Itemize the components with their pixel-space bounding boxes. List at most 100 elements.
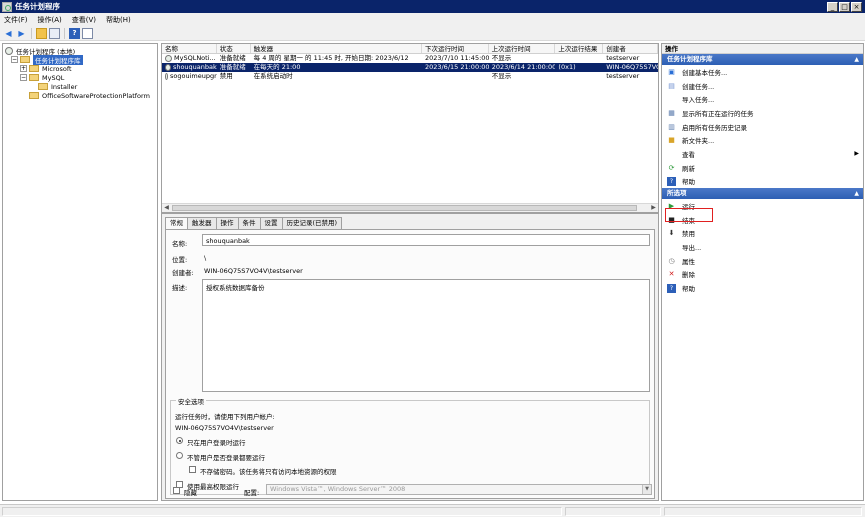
actions-header: 操作 (662, 44, 863, 54)
expand-icon[interactable]: + (20, 65, 27, 72)
task-next-run: 2023/6/15 21:00:00 (424, 63, 489, 71)
folder-icon (29, 74, 39, 81)
radio-run-any[interactable] (176, 452, 183, 459)
action-create-basic-task[interactable]: ▣ 创建基本任务... (662, 65, 863, 79)
collapse-caret-icon[interactable]: ▲ (854, 54, 859, 65)
help-icon[interactable]: ? (69, 27, 80, 39)
tab-actions[interactable]: 操作 (215, 217, 239, 229)
location-value: \ (204, 254, 207, 262)
actions-section-selected[interactable]: 所选项 ▲ (662, 188, 863, 200)
collapse-icon[interactable]: − (11, 56, 18, 63)
tab-conditions[interactable]: 条件 (237, 217, 261, 229)
tab-settings[interactable]: 设置 (259, 217, 283, 229)
maximize-button[interactable]: □ (839, 1, 850, 12)
action-view[interactable]: 查看 ▶ (662, 147, 863, 161)
import-task-icon (667, 95, 676, 104)
config-select[interactable]: Windows Vista™, Windows Server™ 2008 ▼ (266, 484, 652, 495)
chevron-down-icon[interactable]: ▼ (642, 485, 651, 494)
close-button[interactable]: × (851, 1, 862, 12)
column-header-next-run[interactable]: 下次运行时间 (422, 44, 489, 53)
up-folder-icon[interactable] (36, 27, 47, 39)
action-show-running[interactable]: ▦ 显示所有正在运行的任务 (662, 106, 863, 120)
title-bar: 任务计划程序 _ □ × (0, 0, 865, 13)
action-enable-history[interactable]: ▥ 启用所有任务历史记录 (662, 120, 863, 134)
actions-section-library[interactable]: 任务计划程序库 ▲ (662, 54, 863, 65)
horizontal-scrollbar[interactable]: ◀ ▶ (162, 203, 658, 212)
config-value: Windows Vista™, Windows Server™ 2008 (270, 485, 406, 493)
collapse-icon[interactable]: − (20, 74, 27, 81)
tab-triggers[interactable]: 触发器 (187, 217, 217, 229)
action-help[interactable]: ? 帮助 (662, 175, 863, 189)
checkbox-no-store-password[interactable] (189, 466, 196, 473)
column-header-name[interactable]: 名称 (162, 44, 217, 53)
column-header-last-result[interactable]: 上次运行结果 (555, 44, 604, 53)
show-hide-action-pane-icon[interactable] (82, 27, 93, 39)
task-name-cell: sogouimeupgr (162, 72, 217, 81)
scroll-right-icon[interactable]: ▶ (649, 204, 658, 212)
action-import-task[interactable]: 导入任务... (662, 92, 863, 106)
action-refresh[interactable]: ⟳ 刷新 (662, 161, 863, 175)
menu-file[interactable]: 文件(F) (4, 15, 28, 25)
status-segment (2, 507, 562, 516)
action-properties[interactable]: ◷ 属性 (662, 254, 863, 268)
submenu-arrow-icon: ▶ (854, 150, 859, 158)
action-label: 删除 (682, 271, 695, 280)
scrollbar-thumb[interactable] (172, 205, 637, 211)
action-label: 属性 (682, 257, 695, 266)
forward-arrow-icon[interactable]: ▶ (16, 28, 27, 39)
menu-action[interactable]: 操作(A) (38, 15, 62, 25)
action-new-folder[interactable]: ■ 新文件夹... (662, 133, 863, 147)
column-header-author[interactable]: 创建者 (603, 44, 658, 53)
tree-node-label: OfficeSoftwareProtectionPlatform (42, 91, 150, 100)
export-icon (667, 243, 676, 252)
back-arrow-icon[interactable]: ◀ (3, 28, 14, 39)
create-basic-task-icon: ▣ (668, 67, 675, 76)
menu-view[interactable]: 查看(V) (72, 15, 96, 25)
description-field[interactable]: 授权系统数据库备份 (202, 279, 650, 392)
tab-history[interactable]: 历史记录(已禁用) (281, 217, 343, 229)
column-header-trigger[interactable]: 触发器 (251, 44, 422, 53)
task-icon (165, 64, 171, 71)
action-label: 新文件夹... (682, 137, 715, 146)
action-help-selected[interactable]: ? 帮助 (662, 281, 863, 295)
show-hide-console-tree-icon[interactable] (49, 27, 60, 39)
action-delete[interactable]: ✕ 删除 (662, 268, 863, 282)
scroll-left-icon[interactable]: ◀ (162, 204, 171, 212)
minimize-button[interactable]: _ (827, 1, 838, 12)
navigation-tree: 任务计划程序 (本地) − 任务计划程序库 + Microsoft − MySQ… (2, 43, 158, 501)
tree-node-library[interactable]: − 任务计划程序库 (5, 54, 155, 65)
help-icon: ? (667, 283, 676, 293)
menu-help[interactable]: 帮助(H) (106, 15, 131, 25)
task-status: 禁用 (219, 72, 233, 80)
tree-node-installer[interactable]: Installer (5, 82, 155, 91)
table-row[interactable]: sogouimeupgr 禁用 在系统启动时 不显示 testserver (162, 72, 658, 81)
task-next-run: 2023/7/10 11:45:00 (424, 54, 489, 62)
task-status: 准备就绪 (219, 54, 246, 62)
radio-run-logged-on[interactable] (176, 437, 183, 444)
table-row-selected[interactable]: shouquanbak 准备就绪 在每天的 21:00 2023/6/15 21… (162, 63, 658, 72)
column-header-last-run[interactable]: 上次运行时间 (489, 44, 556, 53)
tree-node-office[interactable]: OfficeSoftwareProtectionPlatform (5, 91, 155, 100)
status-segment (664, 507, 862, 516)
column-header-status[interactable]: 状态 (217, 44, 251, 53)
task-name: sogouimeupgr (170, 72, 217, 80)
tree-node-microsoft[interactable]: + Microsoft (5, 64, 155, 73)
toolbar-separator (64, 27, 65, 39)
name-field[interactable]: shouquanbak (202, 234, 650, 246)
tree-node-mysql[interactable]: − MySQL (5, 73, 155, 82)
create-task-icon: ▤ (668, 81, 675, 90)
collapse-caret-icon[interactable]: ▲ (854, 188, 859, 199)
action-create-task[interactable]: ▤ 创建任务... (662, 79, 863, 93)
view-icon (667, 149, 676, 158)
action-label: 创建任务... (682, 82, 715, 91)
task-icon (165, 73, 168, 80)
action-label: 禁用 (682, 230, 695, 239)
hidden-label: 隐藏 (184, 489, 197, 497)
action-label: 帮助 (682, 285, 695, 294)
tree-node-label: Microsoft (42, 64, 72, 73)
action-disable[interactable]: ⬇ 禁用 (662, 227, 863, 241)
task-icon (165, 55, 172, 62)
action-export[interactable]: 导出... (662, 240, 863, 254)
checkbox-hidden[interactable] (173, 487, 180, 494)
table-row[interactable]: MySQLNoti... 准备就绪 每 4 周的 星期一 的 11:45 时, … (162, 54, 658, 63)
